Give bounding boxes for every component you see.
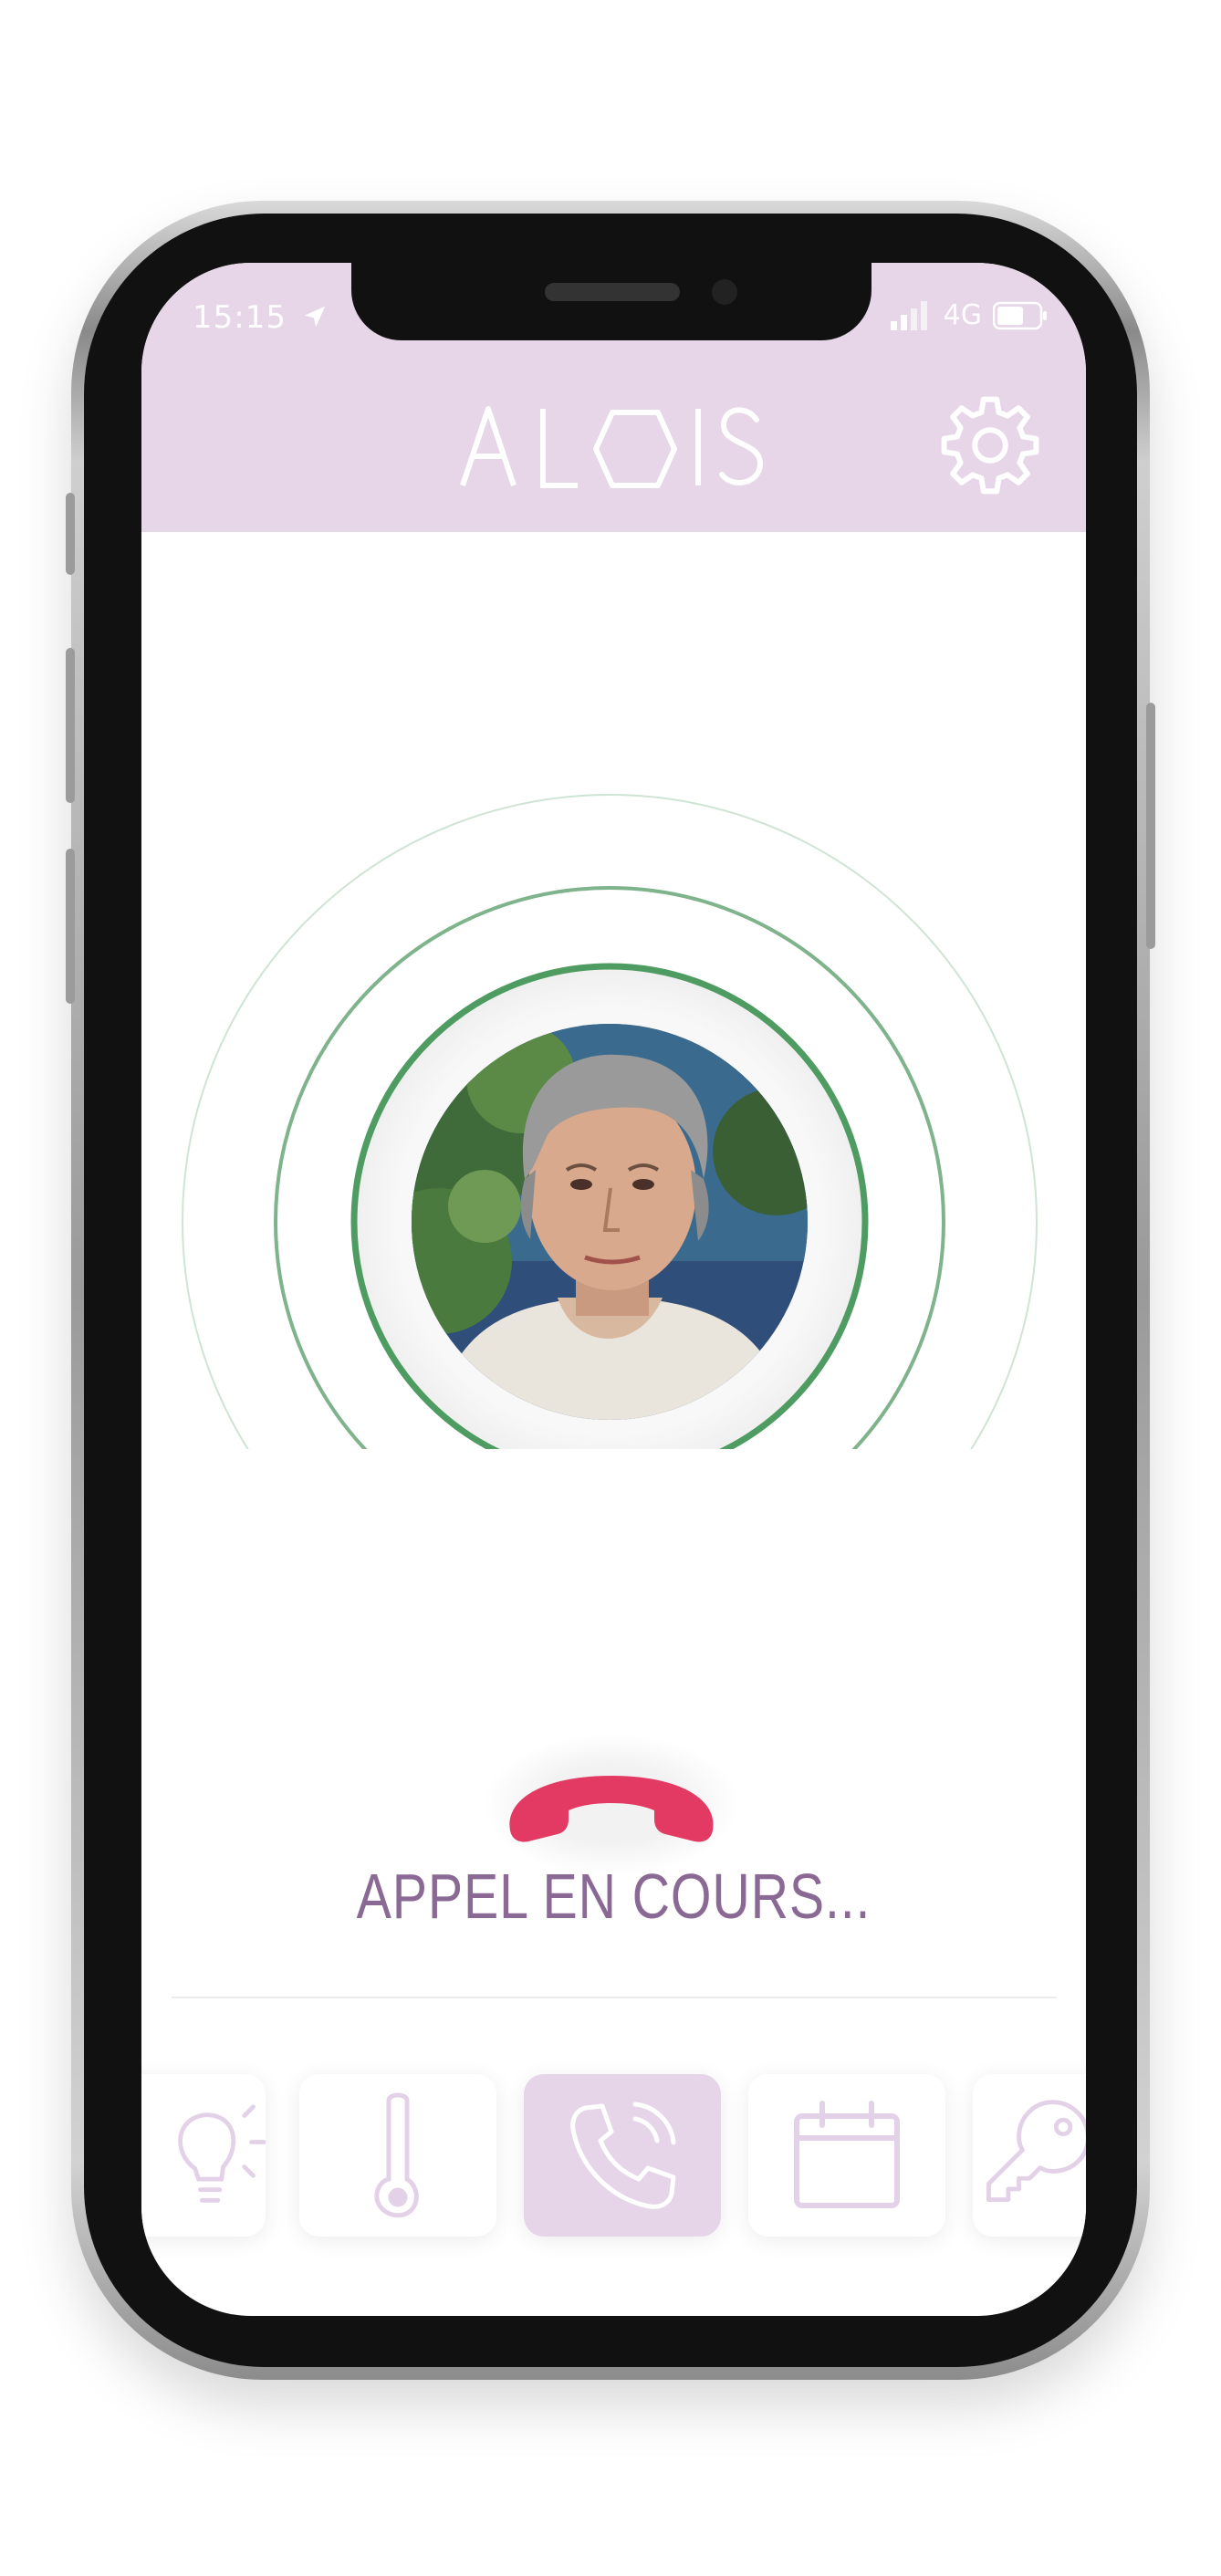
volume-up-button bbox=[66, 648, 75, 803]
tab-temperature[interactable] bbox=[299, 2074, 496, 2237]
volume-down-button bbox=[66, 849, 75, 1004]
key-icon bbox=[986, 2100, 1086, 2202]
tab-keys[interactable] bbox=[973, 2074, 1086, 2237]
divider bbox=[172, 1997, 1057, 1998]
power-button bbox=[1146, 703, 1155, 949]
thermometer-icon bbox=[374, 2092, 419, 2218]
tab-calls[interactable] bbox=[524, 2074, 721, 2237]
hangup-button[interactable] bbox=[479, 1732, 744, 1878]
contact-avatar[interactable] bbox=[412, 1024, 808, 1420]
tab-calendar[interactable] bbox=[748, 2074, 945, 2237]
call-status-text: APPEL EN COURS... bbox=[356, 1861, 871, 1932]
silent-switch bbox=[66, 493, 75, 575]
phone-hangup-icon bbox=[484, 1734, 739, 1876]
lightbulb-icon bbox=[178, 2104, 266, 2203]
calendar-icon bbox=[794, 2101, 900, 2208]
tab-lights[interactable] bbox=[141, 2074, 266, 2237]
contact-photo bbox=[412, 1024, 808, 1420]
phone-call-icon bbox=[570, 2101, 676, 2209]
app-screen: 15:15 4G APPEL EN COURS... bbox=[141, 263, 1086, 2316]
